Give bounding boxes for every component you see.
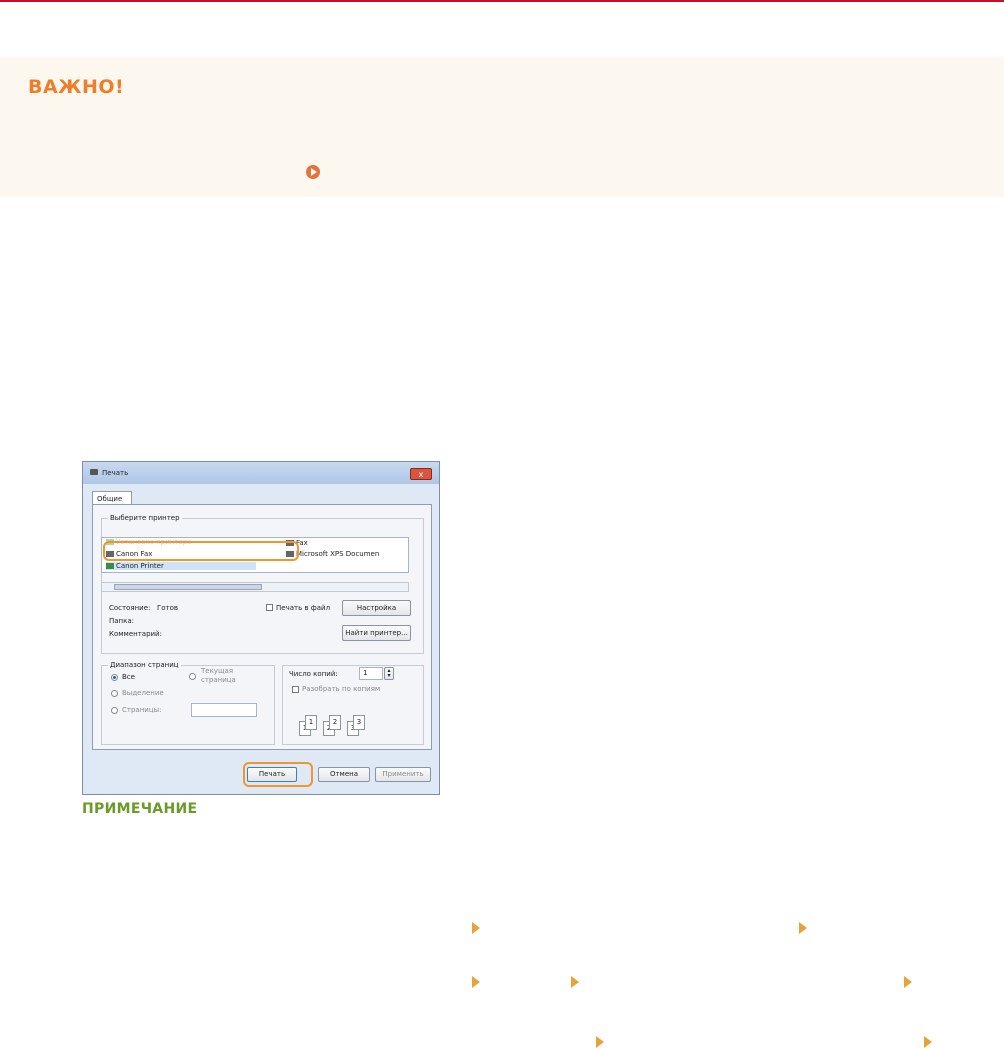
printer-item-xps[interactable]: Microsoft XPS Documen xyxy=(286,550,379,558)
collate-sheet: 3 xyxy=(353,715,365,730)
status-label: Состояние: xyxy=(109,604,151,612)
select-printer-label: Выберите принтер xyxy=(108,514,182,522)
scrollbar-thumb[interactable] xyxy=(114,584,262,590)
arrow-right-icon xyxy=(472,976,480,988)
top-rule xyxy=(0,0,1004,2)
range-selection-radio[interactable] xyxy=(111,690,118,697)
arrow-right-icon xyxy=(472,922,480,934)
range-pages-label: Страницы: xyxy=(122,706,162,714)
cancel-button[interactable]: Отмена xyxy=(318,767,370,782)
range-all-radio[interactable] xyxy=(111,674,118,681)
comment-label: Комментарий: xyxy=(109,630,162,638)
link-arrow-icon[interactable] xyxy=(306,165,320,179)
collate-sheet: 1 xyxy=(305,715,317,730)
range-selection-label: Выделение xyxy=(122,689,164,697)
printer-item-canon-printer[interactable]: Canon Printer xyxy=(106,562,256,570)
copies-input[interactable]: 1 xyxy=(359,667,383,680)
arrow-right-icon xyxy=(799,922,807,934)
print-to-file-checkbox[interactable] xyxy=(266,604,273,611)
arrow-right-icon xyxy=(924,1036,932,1048)
folder-label: Папка: xyxy=(109,617,135,625)
collate-sheet: 2 xyxy=(329,715,341,730)
apply-button[interactable]: Применить xyxy=(375,767,431,782)
settings-button[interactable]: Настройка xyxy=(342,600,411,616)
copies-stepper[interactable]: ▴ ▾ xyxy=(384,667,394,680)
range-current-label-line2: страница xyxy=(201,676,236,684)
canon-fax-highlight xyxy=(103,541,299,561)
arrow-right-icon xyxy=(596,1036,604,1048)
important-box xyxy=(0,57,1004,197)
collate-checkbox[interactable] xyxy=(292,686,299,693)
dialog-titlebar: Печать x xyxy=(83,462,439,484)
pages-input[interactable] xyxy=(191,703,257,717)
tab-general[interactable]: Общие xyxy=(92,491,132,505)
arrow-right-icon xyxy=(571,976,579,988)
dialog-title: Печать xyxy=(102,469,129,477)
collate-label: Разобрать по копиям xyxy=(302,685,381,693)
print-dialog: Печать x Общие Выберите принтер Диапазон… xyxy=(82,461,440,795)
range-pages-radio[interactable] xyxy=(111,707,118,714)
page-range-label: Диапазон страниц xyxy=(108,661,181,669)
range-current-label-line1: Текущая xyxy=(201,667,234,675)
important-title: ВАЖНО! xyxy=(28,76,125,98)
print-button-highlight xyxy=(243,762,313,787)
copies-label: Число копий: xyxy=(289,670,338,678)
printer-list-scrollbar[interactable] xyxy=(101,582,409,592)
arrow-right-icon xyxy=(904,976,912,988)
printer-icon xyxy=(90,469,98,475)
printer-icon xyxy=(106,563,114,569)
range-current-radio[interactable] xyxy=(189,673,196,680)
status-value: Готов xyxy=(157,604,179,612)
note-title: ПРИМЕЧАНИЕ xyxy=(82,801,198,817)
range-all-label: Все xyxy=(122,673,135,681)
print-to-file-label: Печать в файл xyxy=(276,604,331,612)
close-button[interactable]: x xyxy=(410,468,432,480)
find-printer-button[interactable]: Найти принтер... xyxy=(342,625,411,641)
